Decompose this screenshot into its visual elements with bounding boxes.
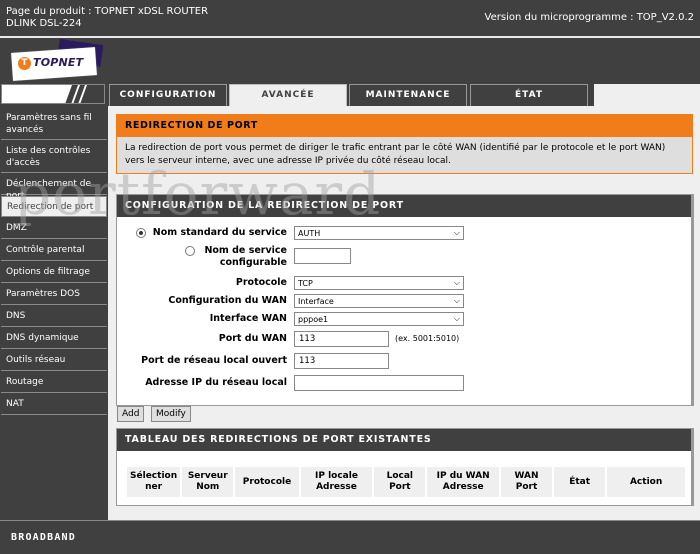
col-local-port: Local Port [374, 467, 426, 497]
custom-service-label: Nom de service configurable [204, 245, 287, 269]
col-wan-port: WAN Port [500, 467, 553, 497]
config-title: CONFIGURATION DE LA REDIRECTION DE PORT [117, 195, 691, 217]
wan-interface-value: pppoe1 [298, 315, 329, 324]
sidebar-item-network-tools[interactable]: Outils réseau [1, 350, 107, 371]
row-wan-interface: Interface WAN pppoe1 ⌵ [117, 311, 692, 329]
topnet-logo: T TOPNET [8, 39, 104, 81]
footer-brand: BROADBAND [11, 532, 76, 543]
wan-port-input[interactable]: 113 [294, 331, 389, 347]
sidebar-item-dns[interactable]: DNS [1, 306, 107, 327]
port-forward-table: Sélection ner Serveur Nom Protocole IP loc… [125, 465, 687, 499]
lan-ip-input[interactable] [294, 375, 464, 391]
protocol-label: Protocole [235, 277, 287, 288]
wan-interface-select[interactable]: pppoe1 ⌵ [294, 312, 464, 326]
add-button[interactable]: Add [117, 406, 145, 422]
existing-forwards-box: TABLEAU DES REDIRECTIONS DE PORT EXISTAN… [116, 428, 694, 506]
protocol-value: TCP [298, 279, 313, 288]
chevron-down-icon: ⌵ [453, 314, 460, 323]
protocol-select[interactable]: TCP ⌵ [294, 276, 464, 290]
col-select: Sélection ner [127, 467, 181, 497]
logo-band: T TOPNET [0, 38, 700, 81]
table-header-row: Sélection ner Serveur Nom Protocole IP loc… [127, 467, 685, 497]
standard-service-value: AUTH [298, 229, 321, 238]
sidebar-item-dmz[interactable]: DMZ [1, 218, 107, 239]
sidebar-item-parental-control[interactable]: Contrôle parental [1, 240, 107, 261]
footer: BROADBAND [0, 521, 700, 554]
intro-title: REDIRECTION DE PORT [117, 115, 692, 137]
sidebar-item-port-triggering[interactable]: Déclenchement de port [1, 174, 107, 201]
lan-ip-label: Adresse IP du réseau local [145, 377, 287, 388]
standard-service-select[interactable]: AUTH ⌵ [294, 226, 464, 240]
tab-etat[interactable]: ÉTAT [470, 84, 588, 106]
main-tabs: CONFIGURATION AVANCÉE MAINTENANCE ÉTAT [0, 82, 700, 108]
sidebar-item-dos-settings[interactable]: Paramètres DOS [1, 284, 107, 305]
col-action: Action [607, 467, 685, 497]
sidebar-item-wireless-advanced[interactable]: Paramètres sans fil avancés [1, 108, 107, 140]
main-content: REDIRECTION DE PORT La redirection de po… [108, 106, 700, 520]
sidebar-item-nat[interactable]: NAT [1, 394, 107, 415]
logo-mark-icon: T [18, 57, 31, 70]
sidebar-item-routing[interactable]: Routage [1, 372, 107, 393]
wan-config-label: Configuration du WAN [168, 295, 287, 306]
tab-avancee[interactable]: AVANCÉE [229, 84, 347, 108]
product-model: DLINK DSL-224 [6, 18, 82, 29]
col-local-ip: IP locale Adresse [300, 467, 373, 497]
row-wan-config: Configuration du WAN Interface ⌵ [117, 293, 692, 311]
col-state: État [554, 467, 606, 497]
wan-config-select[interactable]: Interface ⌵ [294, 294, 464, 308]
col-server-name: Serveur Nom [182, 467, 234, 497]
tabs-filler [594, 84, 700, 106]
intro-box: REDIRECTION DE PORT La redirection de po… [116, 114, 693, 174]
row-wan-port: Port du WAN 113 (ex. 5001:5010) [117, 331, 692, 349]
row-standard-service: Nom standard du service AUTH ⌵ [117, 225, 692, 243]
chevron-down-icon: ⌵ [453, 296, 460, 305]
wan-port-hint: (ex. 5001:5010) [395, 334, 460, 343]
intro-description: La redirection de port vous permet de di… [125, 143, 666, 166]
chevron-down-icon: ⌵ [453, 228, 460, 237]
chevron-down-icon: ⌵ [453, 278, 460, 287]
top-header: Page du produit : TOPNET xDSL ROUTER DLI… [0, 0, 700, 36]
row-protocol: Protocole TCP ⌵ [117, 275, 692, 293]
row-lan-port: Port de réseau local ouvert 113 [117, 353, 692, 371]
sidebar: Paramètres sans fil avancés Liste des co… [0, 106, 108, 520]
config-box: CONFIGURATION DE LA REDIRECTION DE PORT … [116, 194, 694, 406]
standard-service-label: Nom standard du service [152, 227, 287, 238]
col-wan-ip: IP du WAN Adresse [427, 467, 499, 497]
modify-button[interactable]: Modify [151, 406, 191, 422]
custom-service-radio[interactable] [185, 246, 195, 256]
lan-port-label: Port de réseau local ouvert [141, 355, 287, 366]
custom-service-input[interactable] [294, 248, 351, 264]
existing-forwards-title: TABLEAU DES REDIRECTIONS DE PORT EXISTAN… [117, 429, 691, 451]
wan-interface-label: Interface WAN [209, 313, 287, 324]
wan-port-label: Port du WAN [218, 333, 287, 344]
custom-service-label-line2: configurable [219, 257, 287, 268]
row-custom-service: Nom de service configurable [117, 245, 692, 273]
tab-maintenance[interactable]: MAINTENANCE [349, 84, 467, 106]
firmware-version: Version du microprogramme : TOP_V2.0.2 [484, 12, 694, 23]
sidebar-item-access-control[interactable]: Liste des contrôles d'accès [1, 141, 107, 173]
sidebar-item-dynamic-dns[interactable]: DNS dynamique [1, 328, 107, 349]
col-protocol: Protocole [235, 467, 299, 497]
row-lan-ip: Adresse IP du réseau local [117, 375, 692, 393]
tab-configuration[interactable]: CONFIGURATION [109, 84, 227, 106]
sidebar-item-port-forwarding[interactable]: Redirection de port [1, 196, 107, 217]
wan-config-value: Interface [298, 297, 334, 306]
brand-stripe [1, 84, 105, 104]
logo-text: TOPNET [33, 56, 84, 69]
lan-port-input[interactable]: 113 [294, 353, 389, 369]
custom-service-label-line1: Nom de service [204, 245, 287, 256]
sidebar-item-filtering-options[interactable]: Options de filtrage [1, 262, 107, 283]
product-info: Page du produit : TOPNET xDSL ROUTER DLI… [6, 6, 208, 30]
standard-service-radio[interactable] [136, 228, 146, 238]
product-name: Page du produit : TOPNET xDSL ROUTER [6, 6, 209, 17]
